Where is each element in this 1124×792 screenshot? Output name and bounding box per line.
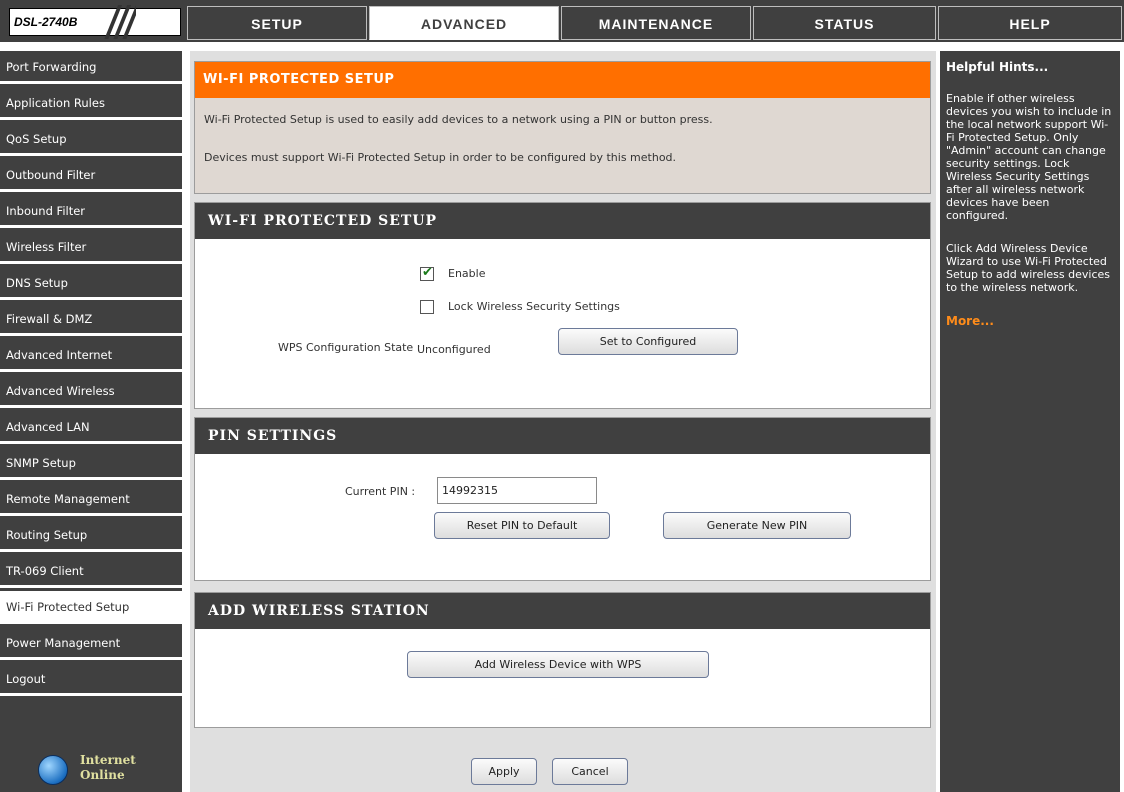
set-configured-button[interactable]: Set to Configured bbox=[558, 328, 738, 355]
sidebar-item-routing-setup[interactable]: Routing Setup bbox=[0, 519, 182, 552]
pin-section-title: PIN SETTINGS bbox=[195, 418, 930, 454]
sidebar-item-outbound-filter[interactable]: Outbound Filter bbox=[0, 159, 182, 192]
current-pin-field[interactable]: 14992315 bbox=[437, 477, 597, 504]
help-more-link[interactable]: More... bbox=[946, 314, 1114, 328]
globe-icon bbox=[38, 755, 68, 785]
sidebar-item-advanced-lan[interactable]: Advanced LAN bbox=[0, 411, 182, 444]
brand-logo: DSL-2740B bbox=[9, 5, 181, 39]
status-line-1: Internet bbox=[80, 753, 136, 767]
sidebar-item-wireless-filter[interactable]: Wireless Filter bbox=[0, 231, 182, 264]
tab-advanced[interactable]: ADVANCED bbox=[369, 6, 559, 40]
internet-status: Internet Online bbox=[0, 741, 182, 792]
wps-section-title: WI-FI PROTECTED SETUP bbox=[195, 203, 930, 239]
main-content: WI-FI PROTECTED SETUP Wi-Fi Protected Se… bbox=[190, 51, 936, 792]
wps-section: WI-FI PROTECTED SETUP ✔ Enable Lock Wire… bbox=[194, 202, 931, 409]
lock-security-label: Lock Wireless Security Settings bbox=[448, 300, 620, 313]
generate-pin-button[interactable]: Generate New PIN bbox=[663, 512, 851, 539]
apply-button[interactable]: Apply bbox=[471, 758, 537, 785]
sidebar-item-advanced-internet[interactable]: Advanced Internet bbox=[0, 339, 182, 372]
sidebar-item-logout[interactable]: Logout bbox=[0, 663, 182, 696]
enable-label: Enable bbox=[448, 267, 486, 280]
tab-help[interactable]: HELP bbox=[938, 6, 1122, 40]
logo-slashes bbox=[102, 5, 136, 39]
sidebar-item-firewall-dmz[interactable]: Firewall & DMZ bbox=[0, 303, 182, 336]
sidebar-item-power-management[interactable]: Power Management bbox=[0, 627, 182, 660]
intro-line-1: Wi-Fi Protected Setup is used to easily … bbox=[204, 113, 713, 126]
page-title: WI-FI PROTECTED SETUP bbox=[195, 62, 930, 98]
cancel-button[interactable]: Cancel bbox=[552, 758, 628, 785]
reset-pin-button[interactable]: Reset PIN to Default bbox=[434, 512, 610, 539]
current-pin-label: Current PIN : bbox=[345, 485, 416, 498]
model-name: DSL-2740B bbox=[14, 15, 78, 29]
status-line-2: Online bbox=[80, 768, 125, 782]
sidebar-item-wifi-protected-setup[interactable]: Wi-Fi Protected Setup bbox=[0, 591, 182, 624]
intro-line-2: Devices must support Wi-Fi Protected Set… bbox=[204, 151, 677, 164]
sidebar-item-application-rules[interactable]: Application Rules bbox=[0, 87, 182, 120]
sidebar-item-advanced-wireless[interactable]: Advanced Wireless bbox=[0, 375, 182, 408]
sidebar-item-port-forwarding[interactable]: Port Forwarding bbox=[0, 51, 182, 84]
pin-section: PIN SETTINGS Current PIN : 14992315 Rese… bbox=[194, 417, 931, 581]
sidebar-item-remote-management[interactable]: Remote Management bbox=[0, 483, 182, 516]
help-title: Helpful Hints... bbox=[946, 60, 1049, 74]
sidebar-item-snmp-setup[interactable]: SNMP Setup bbox=[0, 447, 182, 480]
enable-checkbox[interactable]: ✔ bbox=[420, 265, 434, 281]
sidebar-item-qos-setup[interactable]: QoS Setup bbox=[0, 123, 182, 156]
sidebar-menu: Port Forwarding Application Rules QoS Se… bbox=[0, 51, 185, 792]
help-text-2: Click Add Wireless Device Wizard to use … bbox=[946, 242, 1111, 294]
help-text-1: Enable if other wireless devices you wis… bbox=[946, 92, 1112, 222]
add-station-section-title: ADD WIRELESS STATION bbox=[195, 593, 930, 629]
wps-state-label: WPS Configuration State : bbox=[278, 341, 421, 354]
tab-maintenance[interactable]: MAINTENANCE bbox=[561, 6, 751, 40]
tab-status[interactable]: STATUS bbox=[753, 6, 936, 40]
wps-state-value: Unconfigured bbox=[417, 343, 491, 356]
help-panel: Helpful Hints... Enable if other wireles… bbox=[940, 51, 1120, 792]
intro-panel: WI-FI PROTECTED SETUP Wi-Fi Protected Se… bbox=[194, 61, 931, 194]
sidebar-divider bbox=[182, 51, 185, 792]
sidebar-item-dns-setup[interactable]: DNS Setup bbox=[0, 267, 182, 300]
check-icon: ✔ bbox=[422, 265, 433, 280]
sidebar-item-inbound-filter[interactable]: Inbound Filter bbox=[0, 195, 182, 228]
top-nav-bar: DSL-2740B SETUP ADVANCED MAINTENANCE STA… bbox=[0, 0, 1124, 42]
tab-setup[interactable]: SETUP bbox=[187, 6, 367, 40]
add-station-section: ADD WIRELESS STATION Add Wireless Device… bbox=[194, 592, 931, 728]
lock-security-checkbox[interactable] bbox=[420, 300, 434, 314]
sidebar-item-tr069-client[interactable]: TR-069 Client bbox=[0, 555, 182, 588]
add-wps-device-button[interactable]: Add Wireless Device with WPS bbox=[407, 651, 709, 678]
